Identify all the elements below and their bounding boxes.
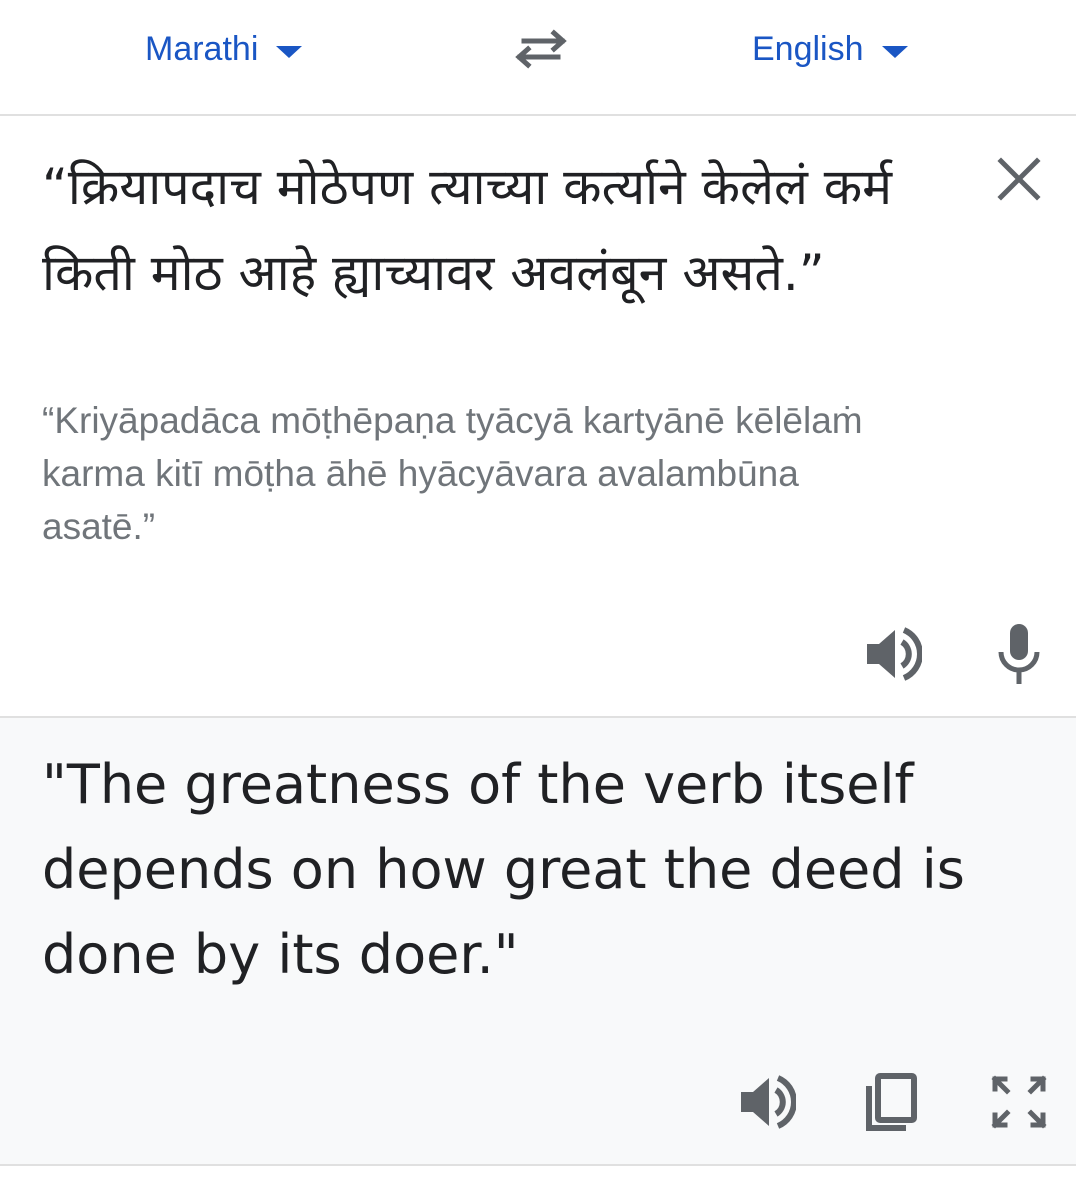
speaker-icon bbox=[867, 627, 922, 681]
source-text[interactable]: “क्रियापदाच मोठेपण त्याच्या कर्त्याने के… bbox=[42, 144, 922, 316]
source-panel[interactable]: “क्रियापदाच मोठेपण त्याच्या कर्त्याने के… bbox=[0, 116, 1076, 718]
transliteration-text: “Kriyāpadāca mōṭhēpaṇa tyācyā kartyānē k… bbox=[42, 400, 863, 547]
source-language-selector[interactable]: Marathi bbox=[145, 26, 303, 72]
copy-icon bbox=[866, 1073, 917, 1131]
target-language-label: English bbox=[752, 29, 864, 68]
clear-text-button[interactable] bbox=[992, 152, 1046, 206]
language-bar: Marathi English bbox=[0, 0, 1076, 116]
swap-languages-button[interactable] bbox=[510, 24, 572, 74]
listen-source-button[interactable] bbox=[862, 624, 922, 684]
translation-text: "The greatness of the verb itself depend… bbox=[42, 753, 965, 986]
microphone-button[interactable] bbox=[994, 622, 1044, 686]
translate-app: Marathi English “क्रियापदाच मोठेपण त्याच… bbox=[0, 0, 1076, 1184]
source-language-label: Marathi bbox=[145, 29, 259, 68]
fullscreen-button[interactable] bbox=[988, 1072, 1050, 1132]
target-language-selector[interactable]: English bbox=[752, 26, 908, 72]
fullscreen-icon bbox=[991, 1075, 1047, 1129]
copy-translation-button[interactable] bbox=[862, 1072, 922, 1132]
result-panel: "The greatness of the verb itself depend… bbox=[0, 718, 1076, 1166]
dropdown-caret-icon bbox=[881, 46, 908, 58]
dropdown-caret-icon bbox=[276, 46, 303, 58]
speaker-icon bbox=[741, 1075, 796, 1129]
close-icon bbox=[997, 157, 1041, 201]
listen-translation-button[interactable] bbox=[736, 1072, 796, 1132]
microphone-icon bbox=[998, 624, 1040, 684]
swap-arrows-icon bbox=[515, 29, 567, 69]
